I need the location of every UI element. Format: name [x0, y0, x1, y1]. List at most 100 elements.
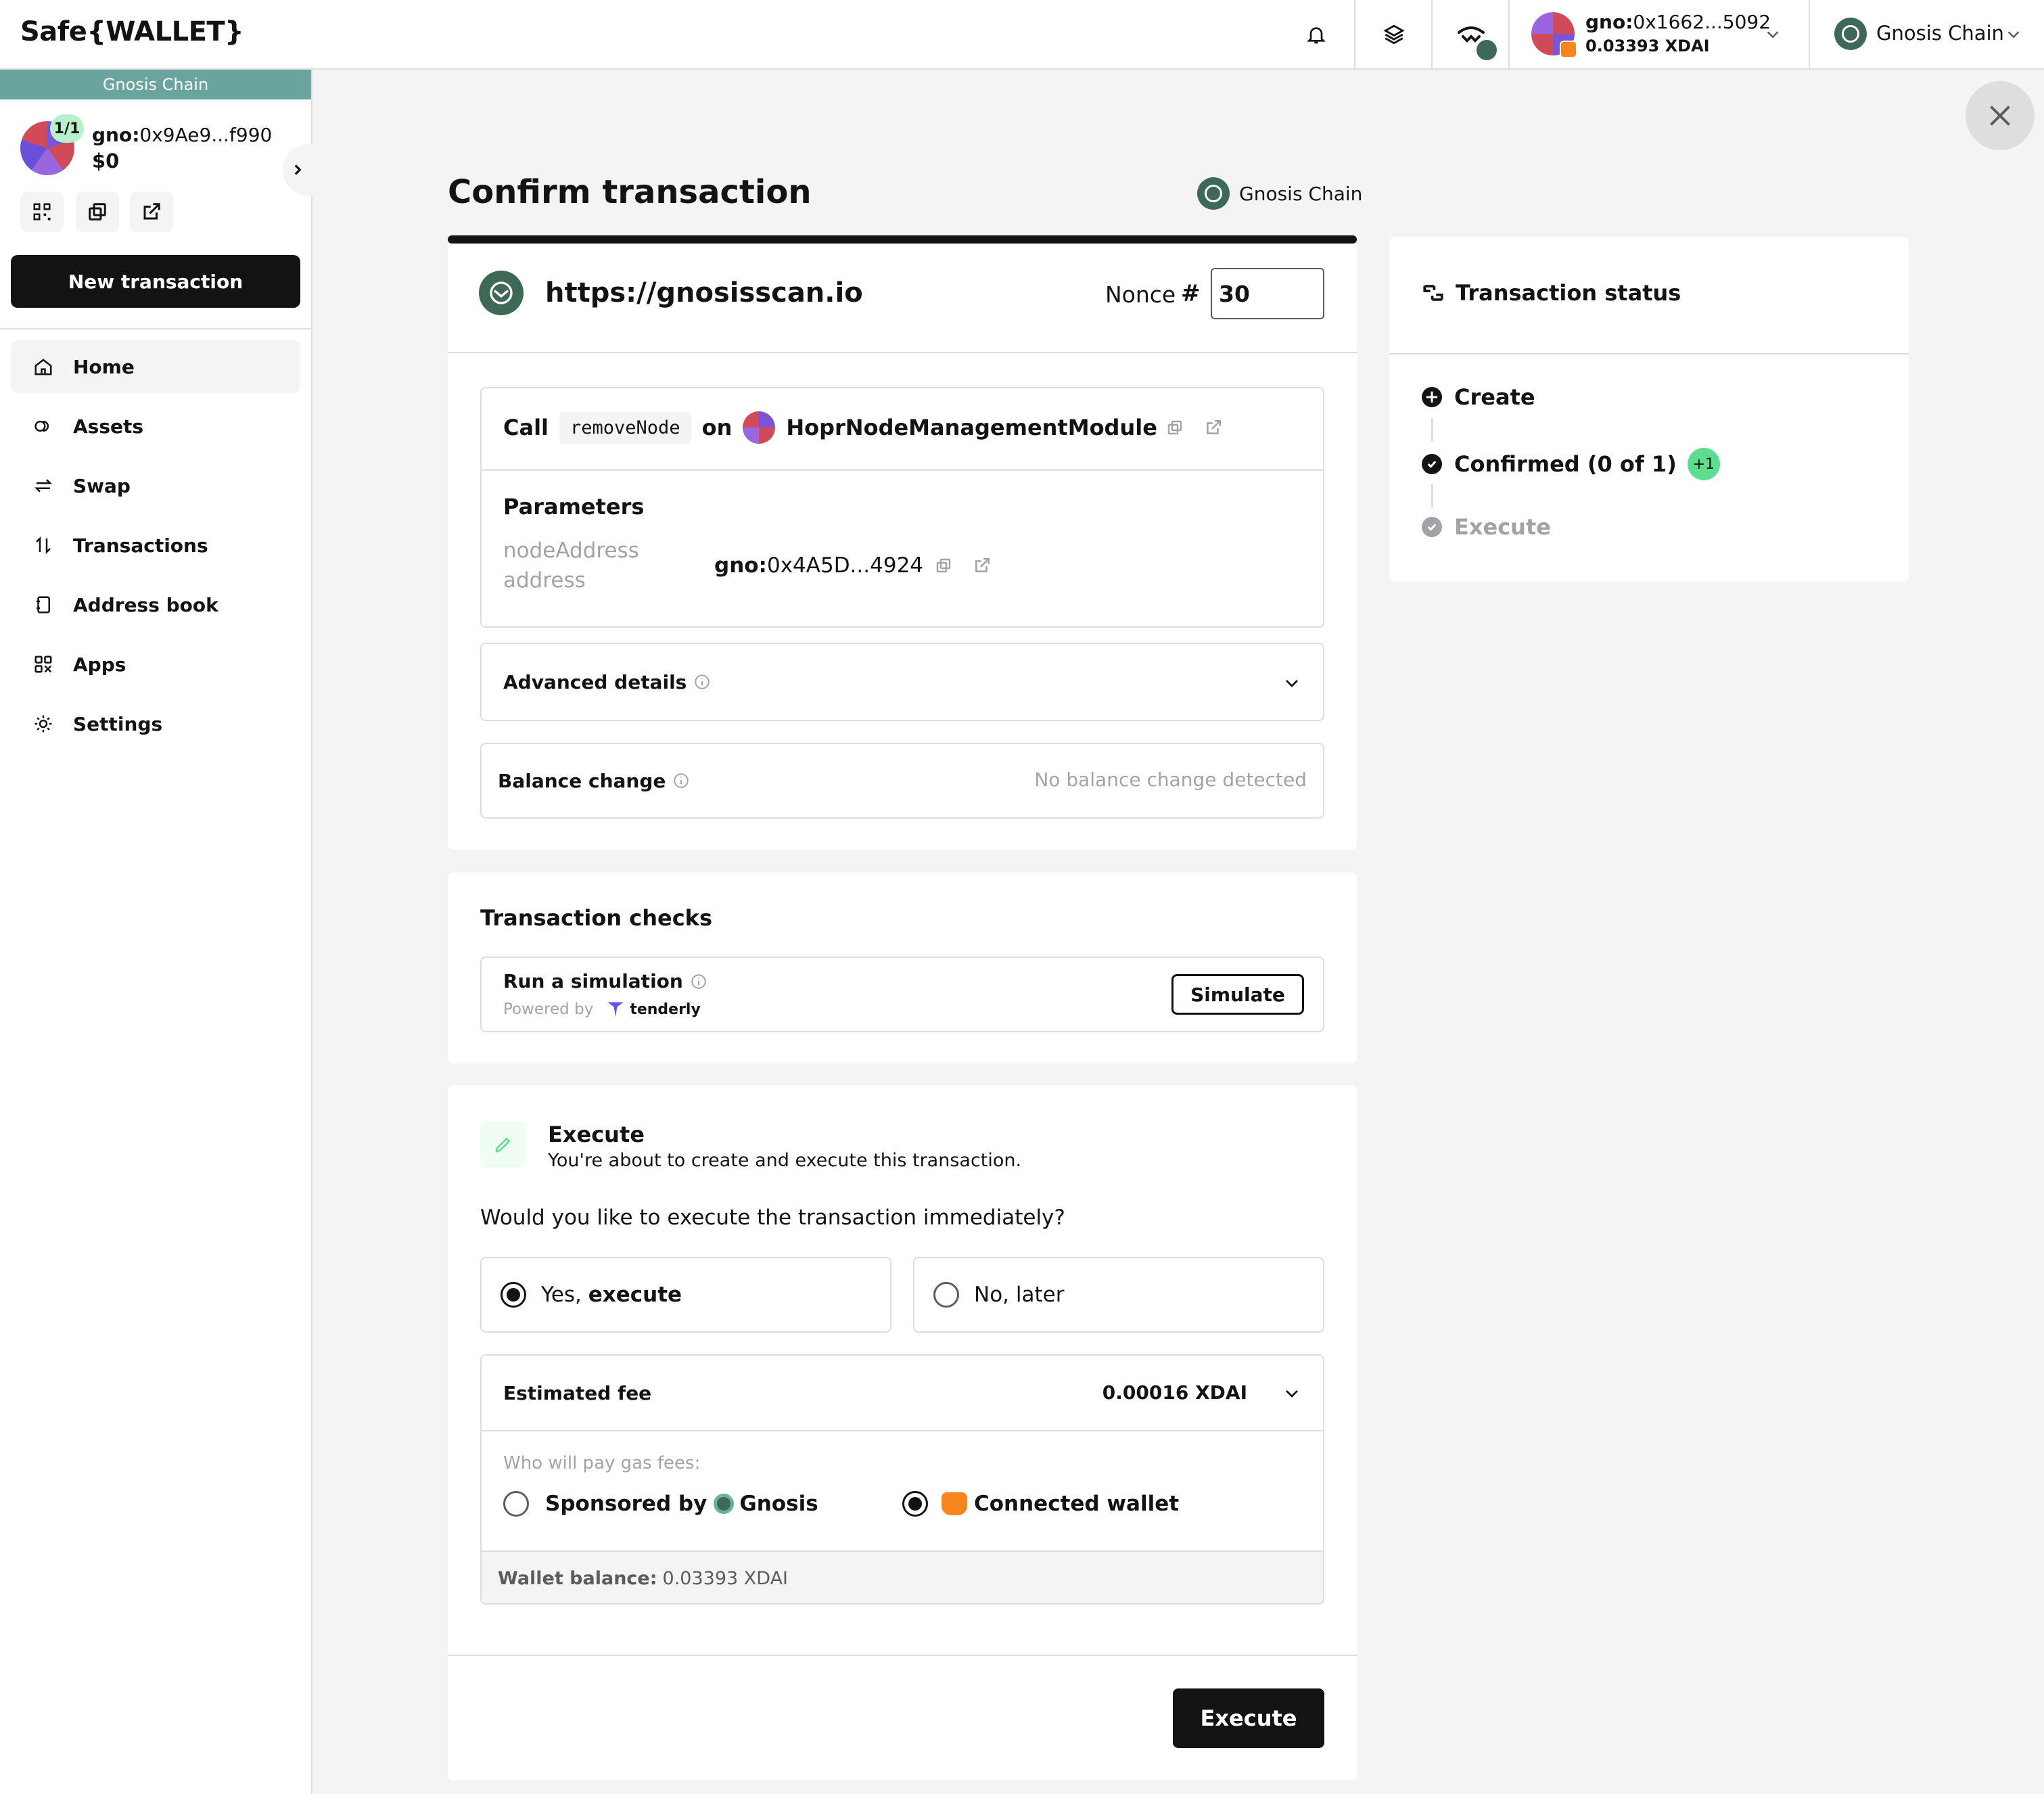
- expand-safe-list-button[interactable]: [283, 144, 312, 196]
- sponsored-option[interactable]: Sponsored by Gnosis: [503, 1491, 818, 1517]
- chain-indicator-label: Gnosis Chain: [1239, 182, 1363, 205]
- fee-accordion[interactable]: Estimated fee 0.00016 XDAI: [482, 1356, 1323, 1431]
- notifications-button[interactable]: [1278, 0, 1355, 68]
- wallet-balance-value: 0.03393 XDAI: [662, 1567, 789, 1589]
- metamask-fox-icon: [942, 1492, 967, 1515]
- copy-address-button[interactable]: [76, 191, 119, 232]
- nonce-input[interactable]: 30: [1211, 268, 1324, 319]
- copy-icon[interactable]: [1167, 419, 1183, 436]
- connected-wallet-label: Connected wallet: [974, 1492, 1180, 1516]
- walletconnect-button[interactable]: [1434, 0, 1510, 68]
- radio-unselected[interactable]: [933, 1282, 959, 1308]
- safe-address: 0x9Ae9...f990: [139, 124, 273, 146]
- radio-selected[interactable]: [902, 1491, 928, 1517]
- execute-section-icon: [480, 1122, 526, 1168]
- param-value: 0x4A5D...4924: [766, 553, 924, 578]
- parameters-title: Parameters: [503, 494, 645, 520]
- radio-unselected[interactable]: [503, 1491, 529, 1517]
- fee-value: 0.00016 XDAI: [1102, 1381, 1247, 1404]
- gnosis-chain-logo-icon: [1197, 177, 1230, 210]
- metamask-fox-icon: [1560, 41, 1577, 58]
- copy-icon: [89, 203, 106, 221]
- network-name: Gnosis Chain: [1876, 22, 2004, 45]
- fee-label: Estimated fee: [503, 1381, 652, 1404]
- safe-apps-stack-button[interactable]: [1357, 0, 1433, 68]
- advanced-details-accordion[interactable]: Advanced details: [480, 643, 1324, 721]
- bell-icon: [1307, 26, 1326, 43]
- yes-bold: execute: [588, 1283, 682, 1307]
- page-title: Confirm transaction: [448, 173, 812, 211]
- status-step-execute: Execute: [1454, 514, 1551, 540]
- app-logo[interactable]: Safe{WALLET}: [20, 16, 244, 47]
- pencil-icon: [495, 1137, 511, 1153]
- provider-name: tenderly: [630, 1001, 701, 1018]
- top-header: Safe{WALLET} gno:0x1662...5092 0.03393 X…: [0, 0, 2044, 70]
- sidebar-item-swap[interactable]: Swap: [11, 459, 300, 512]
- execute-subtitle: You're about to create and execute this …: [548, 1150, 1022, 1171]
- qr-code-button[interactable]: [20, 191, 64, 232]
- wallet-balance-label: Wallet balance:: [498, 1567, 657, 1589]
- status-divider: [1389, 353, 1909, 354]
- radio-selected[interactable]: [501, 1282, 526, 1308]
- threshold-badge: 1/1: [50, 114, 84, 143]
- fee-box: Estimated fee 0.00016 XDAI Who will pay …: [480, 1354, 1324, 1605]
- check-circle-icon: [1422, 454, 1442, 474]
- sponsor-name: Gnosis: [739, 1492, 818, 1516]
- simulate-button[interactable]: Simulate: [1171, 974, 1304, 1015]
- chevron-down-icon: [2007, 31, 2020, 39]
- copy-icon[interactable]: [935, 557, 952, 574]
- info-icon: [674, 773, 689, 788]
- balance-change-value: No balance change detected: [1034, 768, 1307, 791]
- sidebar-item-home[interactable]: Home: [11, 340, 300, 393]
- progress-bar: [448, 235, 1357, 244]
- layers-icon: [1383, 24, 1405, 44]
- execute-later-option[interactable]: No, later: [913, 1257, 1324, 1333]
- account-address: 0x1662...5092: [1633, 11, 1771, 33]
- connected-wallet-option[interactable]: Connected wallet: [902, 1491, 1179, 1517]
- home-icon: [34, 359, 52, 375]
- chevron-right-icon: [294, 164, 302, 175]
- wallet-balance-row: Wallet balance: 0.03393 XDAI: [482, 1550, 1323, 1603]
- sidebar-item-apps[interactable]: Apps: [11, 638, 300, 691]
- nonce-label: Nonce: [1105, 281, 1176, 308]
- sidebar-item-label: Transactions: [73, 534, 208, 557]
- open-explorer-button[interactable]: [130, 191, 173, 232]
- account-menu[interactable]: gno:0x1662...5092 0.03393 XDAI: [1511, 0, 1810, 68]
- status-step-create: Create: [1454, 384, 1535, 410]
- external-link-icon: [143, 203, 160, 220]
- sidebar-item-transactions[interactable]: Transactions: [11, 519, 300, 572]
- method-name: removeNode: [559, 411, 691, 444]
- network-selector[interactable]: Gnosis Chain: [1811, 0, 2044, 68]
- execute-button[interactable]: Execute: [1173, 1688, 1324, 1748]
- sidebar-item-assets[interactable]: Assets: [11, 400, 300, 453]
- transaction-status-card: Transaction status + Create Confirmed (0…: [1389, 237, 1909, 582]
- sidebar-item-label: Swap: [73, 474, 131, 497]
- sponsored-label: Sponsored by: [545, 1492, 707, 1516]
- sidebar-item-address-book[interactable]: Address book: [11, 578, 300, 631]
- on-label: on: [701, 415, 733, 440]
- sidebar-item-settings[interactable]: Settings: [11, 697, 300, 750]
- call-box-divider: [482, 469, 1323, 471]
- yes-prefix: Yes,: [541, 1283, 588, 1307]
- gnosis-chain-logo-icon: [1834, 18, 1867, 50]
- chevron-down-icon: [1767, 31, 1779, 39]
- execute-now-option[interactable]: Yes, execute: [480, 1257, 891, 1333]
- chevron-down-icon: [1286, 1390, 1298, 1398]
- close-button[interactable]: [1966, 81, 2035, 150]
- chain-indicator: Gnosis Chain: [1197, 177, 1362, 210]
- external-link-icon[interactable]: [973, 557, 991, 574]
- external-link-icon[interactable]: [1205, 419, 1222, 436]
- no-later-label: No, later: [974, 1283, 1065, 1307]
- balance-change-label: Balance change: [498, 769, 666, 792]
- origin-url: https://gnosisscan.io: [545, 277, 863, 308]
- new-transaction-button[interactable]: New transaction: [11, 255, 300, 308]
- sidebar-item-label: Apps: [73, 653, 126, 676]
- check-circle-icon: [1422, 517, 1442, 537]
- balance-change-box: Balance change No balance change detecte…: [480, 743, 1324, 819]
- status-connector-line: [1431, 484, 1433, 507]
- advanced-details-label: Advanced details: [503, 670, 687, 693]
- account-balance: 0.03393 XDAI: [1585, 37, 1710, 55]
- address-book-icon: [37, 596, 50, 614]
- sidebar-item-label: Address book: [73, 593, 218, 616]
- gas-question: Who will pay gas fees:: [503, 1453, 701, 1473]
